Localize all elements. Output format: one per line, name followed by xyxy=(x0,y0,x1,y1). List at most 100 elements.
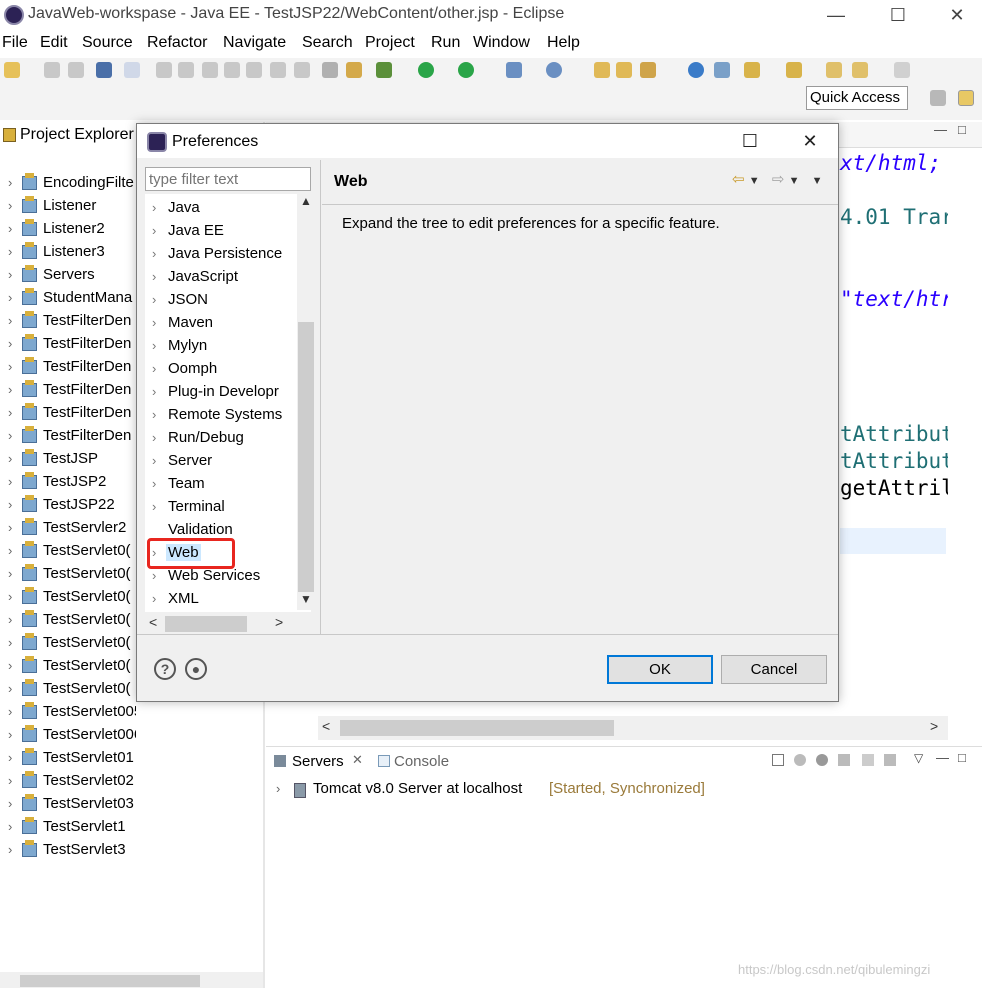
project-item[interactable]: › StudentMana xyxy=(0,287,136,309)
project-item[interactable]: › TestServlet1 xyxy=(0,816,136,838)
chevron-right-icon[interactable]: › xyxy=(8,474,12,489)
tree-item-javascript[interactable]: › JavaScript xyxy=(145,266,295,288)
project-item[interactable]: › TestFilterDen xyxy=(0,402,136,424)
step-over-icon[interactable] xyxy=(270,62,286,78)
publish-icon[interactable] xyxy=(884,754,896,766)
open-task-icon[interactable] xyxy=(616,62,632,78)
tree-item-java-ee[interactable]: › Java EE xyxy=(145,220,295,242)
cancel-button[interactable]: Cancel xyxy=(721,655,827,684)
chevron-right-icon[interactable]: › xyxy=(8,773,12,788)
view-menu-icon[interactable]: ▽ xyxy=(914,751,923,765)
chevron-right-icon[interactable]: › xyxy=(8,175,12,190)
open-perspective-icon[interactable] xyxy=(930,90,946,106)
tree-item-xml[interactable]: › XML xyxy=(145,588,295,610)
chevron-right-icon[interactable]: › xyxy=(8,727,12,742)
project-item[interactable]: › TestFilterDen xyxy=(0,310,136,332)
chevron-right-icon[interactable]: › xyxy=(8,612,12,627)
project-item[interactable]: › Listener2 xyxy=(0,218,136,240)
chevron-right-icon[interactable]: › xyxy=(152,361,156,376)
chevron-right-icon[interactable]: › xyxy=(8,451,12,466)
chevron-right-icon[interactable]: › xyxy=(8,796,12,811)
chevron-right-icon[interactable]: › xyxy=(8,313,12,328)
chevron-right-icon[interactable]: › xyxy=(8,428,12,443)
pencil-icon[interactable] xyxy=(640,62,656,78)
java-ee-perspective-icon[interactable] xyxy=(958,90,974,106)
project-item[interactable]: › EncodingFilte xyxy=(0,172,136,194)
forward-icon[interactable] xyxy=(894,62,910,78)
chevron-right-icon[interactable]: › xyxy=(8,497,12,512)
chevron-right-icon[interactable]: › xyxy=(152,430,156,445)
scroll-right-icon[interactable]: > xyxy=(275,614,283,630)
project-item[interactable]: › TestServlet0( xyxy=(0,609,136,631)
last-edit-icon[interactable] xyxy=(826,62,842,78)
chevron-down-icon[interactable]: ▼ xyxy=(749,175,760,187)
minimize-icon[interactable]: — xyxy=(822,2,850,28)
project-item[interactable]: › Listener3 xyxy=(0,241,136,263)
maximize-view-icon[interactable]: □ xyxy=(958,750,966,765)
menu-edit[interactable]: Edit xyxy=(40,34,68,52)
suspend-icon[interactable] xyxy=(178,62,194,78)
skip-breakpoints-icon[interactable] xyxy=(124,62,140,78)
filter-input[interactable] xyxy=(145,167,311,191)
tree-item-plug-in-developr[interactable]: › Plug-in Developr xyxy=(145,381,295,403)
project-item[interactable]: › TestJSP xyxy=(0,448,136,470)
open-type-icon[interactable] xyxy=(594,62,610,78)
tree-item-remote-systems[interactable]: › Remote Systems xyxy=(145,404,295,426)
save-all-icon[interactable] xyxy=(68,62,84,78)
maximize-view-icon[interactable]: □ xyxy=(958,122,966,137)
collapse-icon[interactable] xyxy=(772,754,784,766)
chevron-right-icon[interactable]: › xyxy=(8,842,12,857)
scroll-right-icon[interactable]: > xyxy=(930,718,938,734)
menu-source[interactable]: Source xyxy=(82,34,133,52)
terminal-icon[interactable] xyxy=(96,62,112,78)
chevron-right-icon[interactable]: › xyxy=(8,520,12,535)
chevron-right-icon[interactable]: › xyxy=(152,292,156,307)
tree-item-maven[interactable]: › Maven xyxy=(145,312,295,334)
project-item[interactable]: › TestFilterDen xyxy=(0,356,136,378)
chevron-right-icon[interactable]: › xyxy=(152,453,156,468)
search-icon[interactable] xyxy=(714,62,730,78)
editor-hscrollbar[interactable]: < > xyxy=(318,716,948,740)
chevron-right-icon[interactable]: › xyxy=(152,407,156,422)
chevron-right-icon[interactable]: › xyxy=(8,750,12,765)
save-icon[interactable] xyxy=(44,62,60,78)
chevron-right-icon[interactable]: › xyxy=(8,359,12,374)
project-item[interactable]: › TestServlet01 xyxy=(0,747,136,769)
new-class-icon[interactable] xyxy=(546,62,562,78)
prev-annotation-icon[interactable] xyxy=(786,62,802,78)
scroll-thumb[interactable] xyxy=(298,322,314,592)
menu-help[interactable]: Help xyxy=(547,34,580,52)
chevron-right-icon[interactable]: › xyxy=(8,290,12,305)
maximize-icon[interactable]: ☐ xyxy=(884,2,912,28)
debug-server-icon[interactable] xyxy=(794,754,806,766)
tree-item-team[interactable]: › Team xyxy=(145,473,295,495)
menu-file[interactable]: File xyxy=(2,34,28,52)
new-icon[interactable] xyxy=(4,62,20,78)
resume-icon[interactable] xyxy=(156,62,172,78)
scroll-left-icon[interactable]: < xyxy=(149,614,157,630)
tree-item-json[interactable]: › JSON xyxy=(145,289,295,311)
project-item[interactable]: › Servers xyxy=(0,264,136,286)
chevron-right-icon[interactable]: › xyxy=(152,315,156,330)
menu-window[interactable]: Window xyxy=(473,34,530,52)
chevron-right-icon[interactable]: › xyxy=(152,223,156,238)
start-server-icon[interactable] xyxy=(816,754,828,766)
step-return-icon[interactable] xyxy=(294,62,310,78)
back-icon[interactable] xyxy=(852,62,868,78)
tree-item-server[interactable]: › Server xyxy=(145,450,295,472)
tree-item-run-debug[interactable]: › Run/Debug xyxy=(145,427,295,449)
chevron-right-icon[interactable]: › xyxy=(8,221,12,236)
project-item[interactable]: › TestServlet0( xyxy=(0,586,136,608)
chevron-right-icon[interactable]: › xyxy=(152,568,156,583)
step-into-icon[interactable] xyxy=(246,62,262,78)
chevron-right-icon[interactable]: › xyxy=(8,198,12,213)
forward-arrow-icon[interactable]: ⇨ xyxy=(772,171,785,188)
tree-item-terminal[interactable]: › Terminal xyxy=(145,496,295,518)
chevron-right-icon[interactable]: › xyxy=(152,200,156,215)
project-item[interactable]: › TestServler2 xyxy=(0,517,136,539)
view-menu-icon[interactable]: ▼ xyxy=(812,175,823,187)
editor-vscrollbar[interactable] xyxy=(948,148,968,718)
scroll-down-icon[interactable]: ▼ xyxy=(297,592,315,610)
chevron-right-icon[interactable]: › xyxy=(8,405,12,420)
scroll-thumb[interactable] xyxy=(340,720,614,736)
